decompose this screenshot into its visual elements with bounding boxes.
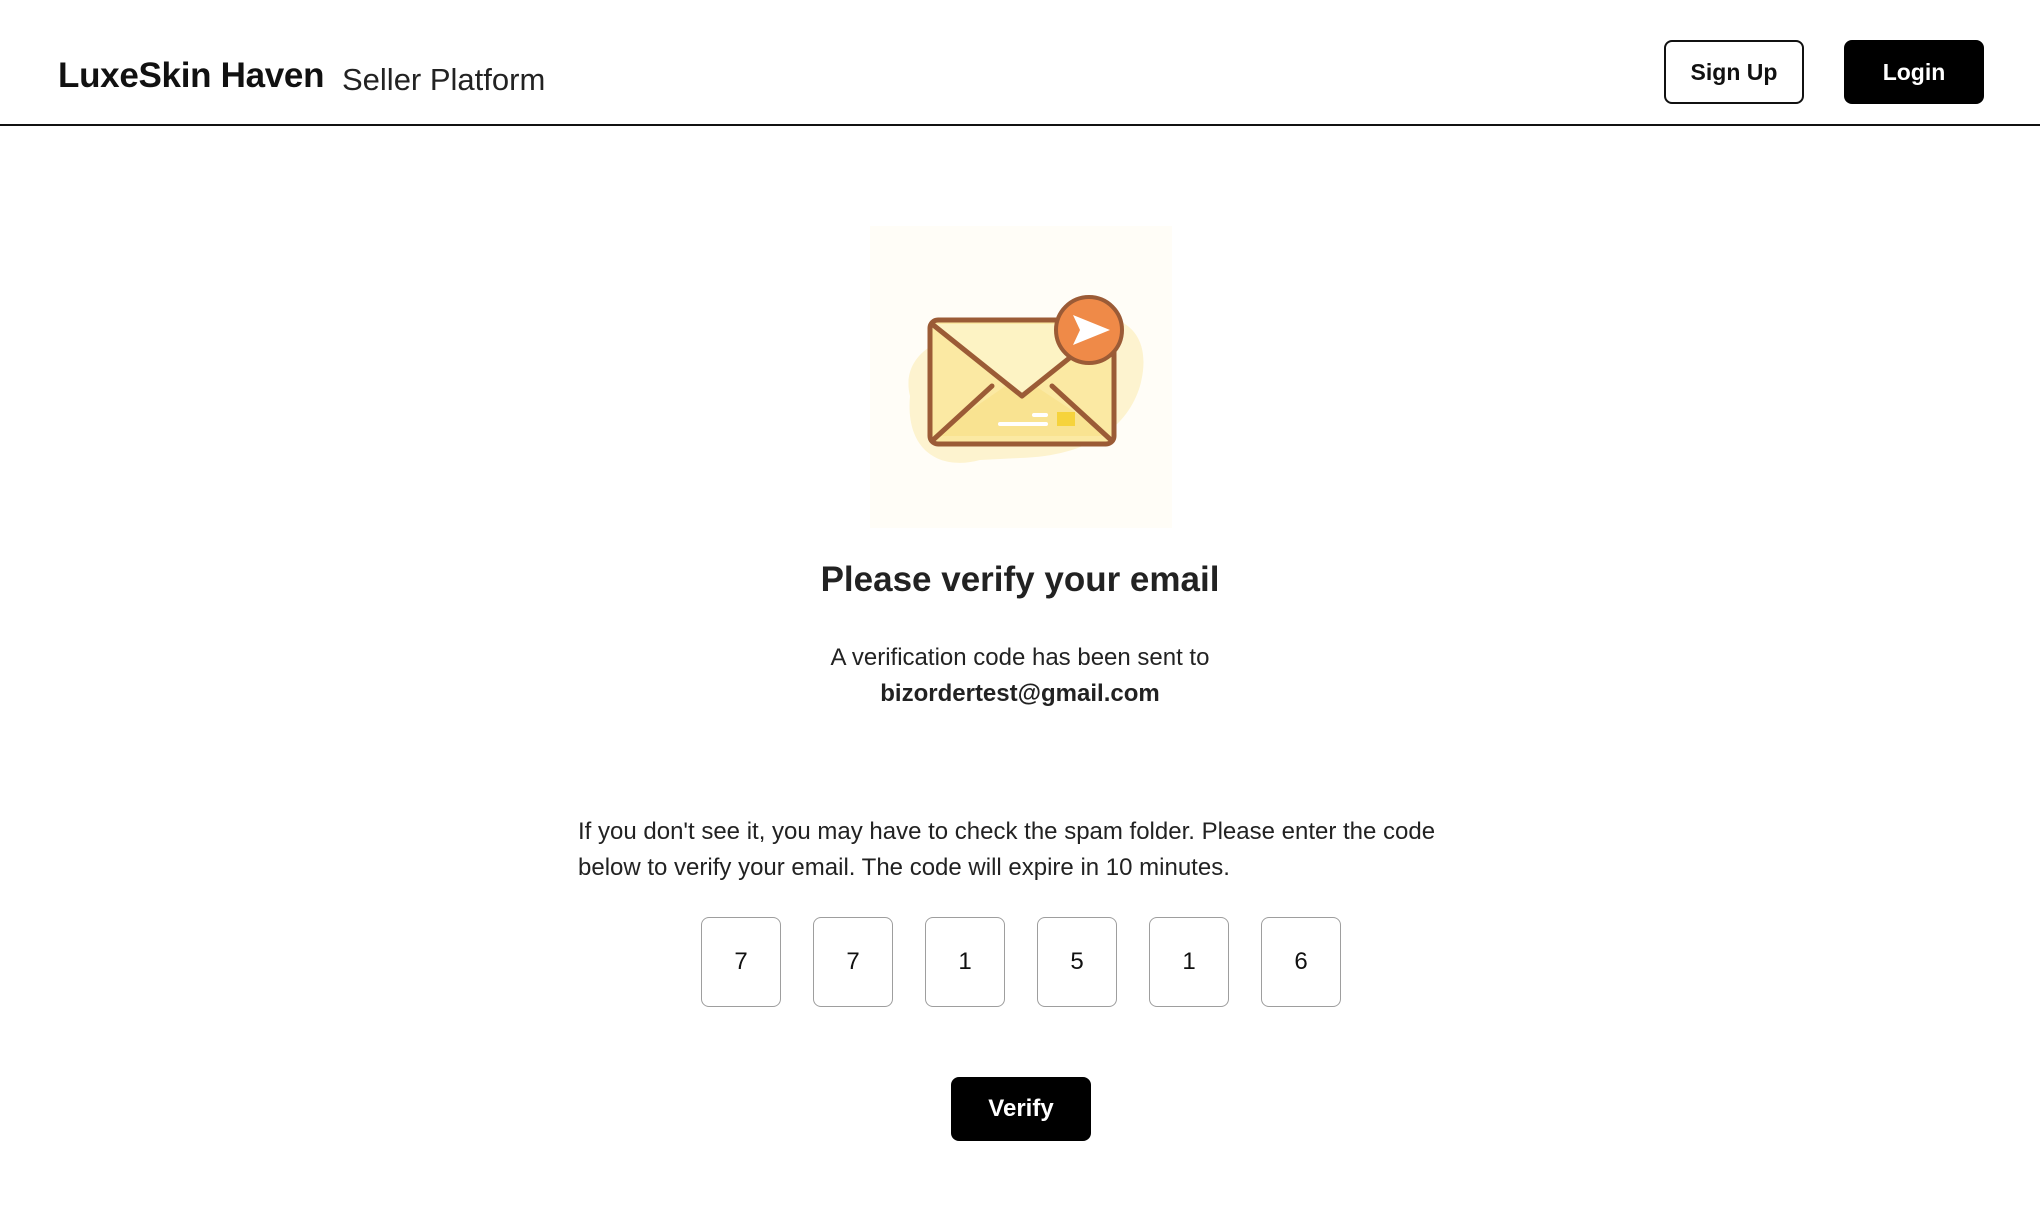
code-digit-4[interactable]: 5 — [1037, 917, 1117, 1007]
brand-logo[interactable]: LuxeSkin Haven — [58, 56, 324, 96]
code-digit-6[interactable]: 6 — [1261, 917, 1341, 1007]
instructions-text: If you don't see it, you may have to che… — [578, 818, 1436, 881]
top-navbar: LuxeSkin Haven Seller Platform Sign Up L… — [0, 0, 2040, 126]
email-sent-icon — [870, 226, 1172, 528]
platform-label: Seller Platform — [342, 62, 546, 97]
code-digit-3[interactable]: 1 — [925, 917, 1005, 1007]
verification-sent-text: A verification code has been sent to — [830, 644, 1210, 671]
code-digit-2[interactable]: 7 — [813, 917, 893, 1007]
page-title: Please verify your email — [820, 560, 1220, 599]
login-button[interactable]: Login — [1844, 40, 1984, 104]
verify-button[interactable]: Verify — [951, 1077, 1091, 1141]
email-address: bizordertest@gmail.com — [880, 680, 1160, 707]
sign-up-button[interactable]: Sign Up — [1664, 40, 1804, 104]
code-digit-5[interactable]: 1 — [1149, 917, 1229, 1007]
code-digit-1[interactable]: 7 — [701, 917, 781, 1007]
